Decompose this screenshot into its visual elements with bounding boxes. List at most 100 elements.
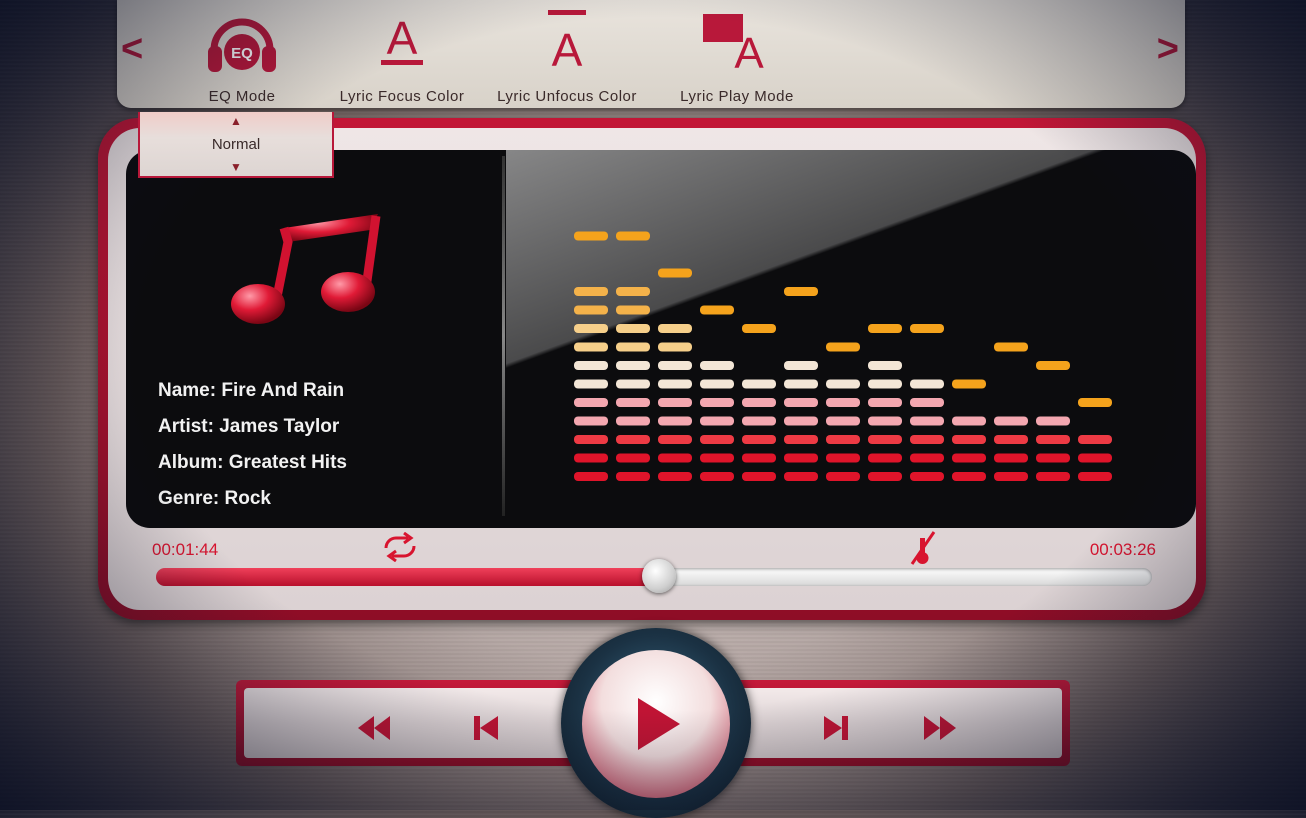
play-button[interactable] [582,650,730,798]
lyric-focus-color-button[interactable]: A Lyric Focus Color [327,0,477,108]
spectrum-segment [1036,416,1070,426]
spectrum-segment [910,398,944,407]
spectrum-peak [868,324,902,333]
text-highlight-icon: A [697,10,777,78]
spectrum-segment [574,453,608,463]
spectrum-segment [784,361,818,370]
spectrum-segment [1078,435,1112,444]
spectrum-segment [868,379,902,389]
spectrum-segment [910,435,944,444]
spectrum-segment [658,398,692,407]
spectrum-segment [742,472,776,481]
spectrum-segment [910,416,944,426]
spectrum-segment [952,435,986,444]
spectrum-segment [994,453,1028,463]
spectrum-segment [574,416,608,426]
eq-up-arrow-icon[interactable]: ▲ [230,114,242,128]
toolbar-prev-arrow[interactable]: < [121,30,143,68]
spectrum-segment [826,398,860,407]
next-track-icon[interactable] [820,714,852,747]
previous-track-icon[interactable] [470,714,502,747]
spectrum-segment [700,361,734,370]
lyric-play-mode-button[interactable]: A Lyric Play Mode [662,0,812,108]
lyric-focus-color-label: Lyric Focus Color [339,88,465,105]
spectrum-segment [868,416,902,426]
spectrum-segment [742,435,776,444]
spectrum-segment [574,342,608,352]
seek-bar-knob[interactable] [641,559,676,593]
now-playing-screen: Name: Fire And Rain Artist: James Taylor… [126,150,1196,528]
spectrum-segment [616,305,650,315]
text-color-overline-icon: A [542,8,592,77]
svg-text:A: A [387,12,418,64]
spectrum-peak [1036,361,1070,370]
eq-mode-value: Normal [211,136,261,153]
spectrum-segment [742,379,776,389]
spectrum-segment [910,379,944,389]
spectrum-segment [1078,453,1112,463]
rewind-icon[interactable] [354,714,394,747]
lyric-unfocus-color-label: Lyric Unfocus Color [497,88,637,105]
eq-mode-label: EQ Mode [208,88,276,105]
total-time: 00:03:26 [1089,540,1156,559]
repeat-icon[interactable] [378,531,422,567]
lyric-play-mode-label: Lyric Play Mode [680,88,794,105]
headphones-eq-icon: EQ [202,6,282,85]
eq-down-arrow-icon[interactable]: ▼ [230,160,242,174]
spectrum-segment [784,379,818,389]
toolbar-next-arrow[interactable]: > [1157,30,1179,68]
spectrum-segment [616,472,650,481]
spectrum-segment [616,416,650,426]
spectrum-segment [826,435,860,444]
spectrum-segment [616,361,650,370]
audio-effect-icon[interactable] [908,530,938,571]
spectrum-segment [742,416,776,426]
spectrum-segment [784,472,818,481]
spectrum-peak [742,324,776,333]
spectrum-segment [994,472,1028,481]
spectrum-segment [658,472,692,481]
spectrum-segment [574,398,608,407]
spectrum-segment [616,324,650,333]
spectrum-segment [1078,472,1112,481]
spectrum-segment [700,435,734,444]
seek-bar-fill [156,568,659,586]
spectrum-segment [658,379,692,389]
spectrum-segment [574,435,608,444]
spectrum-segment [616,435,650,444]
spectrum-segment [826,379,860,389]
svg-text:A: A [552,24,583,72]
svg-text:EQ: EQ [231,45,253,62]
eq-mode-selector[interactable]: ▲ Normal ▼ [138,112,334,178]
spectrum-segment [574,379,608,389]
spectrum-segment [658,342,692,352]
spectrum-segment [700,379,734,389]
spectrum-segment [658,324,692,333]
spectrum-segment [784,435,818,444]
play-icon [638,698,680,750]
player-panel-inner: Name: Fire And Rain Artist: James Taylor… [108,128,1196,610]
spectrum-segment [1036,472,1070,481]
elapsed-time: 00:01:44 [152,540,219,559]
seek-bar[interactable] [156,559,1152,593]
spectrum-segment [1036,453,1070,463]
spectrum-segment [868,398,902,407]
eq-mode-button[interactable]: EQ EQ Mode [167,0,317,108]
text-color-underline-icon: A [377,10,427,75]
spectrum-peak [994,342,1028,352]
spectrum-segment [658,453,692,463]
svg-text:A: A [734,29,764,72]
spectrum-segment [616,398,650,407]
spectrum-segment [994,416,1028,426]
spectrum-peak [574,231,608,241]
spectrum-segment [994,435,1028,444]
spectrum-segment [574,472,608,481]
spectrum-segment [952,472,986,481]
lyric-unfocus-color-button[interactable]: A Lyric Unfocus Color [487,0,647,108]
spectrum-segment [826,453,860,463]
fast-forward-icon[interactable] [920,714,960,747]
spectrum-segment [868,453,902,463]
spectrum-segment [658,416,692,426]
spectrum-segment [784,416,818,426]
spectrum-segment [784,453,818,463]
